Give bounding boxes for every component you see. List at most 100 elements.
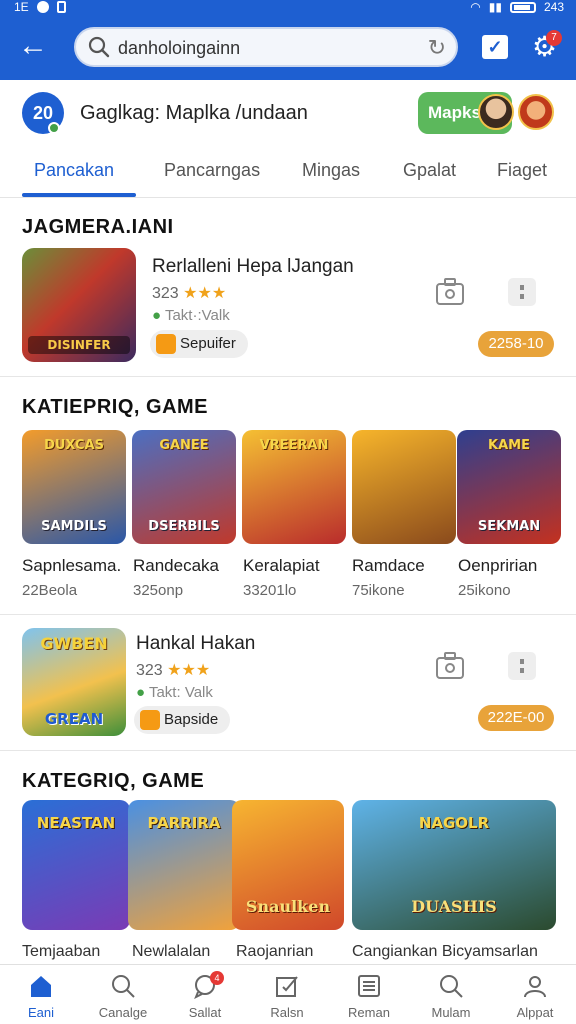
price-badge[interactable]: 222E-00 — [478, 705, 554, 731]
category-card[interactable] — [352, 430, 456, 544]
notification-badge: 7 — [546, 30, 562, 46]
tab-pancakan[interactable]: Pancakan — [34, 160, 114, 181]
nav-item-search[interactable]: Canalge — [82, 965, 164, 1024]
avatar[interactable] — [518, 94, 554, 130]
category-count: 22Beola — [22, 582, 78, 599]
tab-pancarngas[interactable]: Pancarngas — [164, 160, 260, 181]
nav-item-search-2[interactable]: Mulam — [410, 965, 492, 1024]
card-art-subtitle: SEKMAN — [477, 519, 541, 534]
game-title[interactable]: Hankal Hakan — [136, 633, 255, 655]
nav-item-chat[interactable]: 4 Sallat — [164, 965, 246, 1024]
card-art-title: DUXCAS — [44, 438, 104, 453]
camera-icon[interactable] — [434, 650, 466, 682]
star-icon: ★★★ — [183, 285, 227, 302]
genre-tag[interactable]: Bapside — [134, 706, 231, 734]
nav-badge: 4 — [210, 971, 224, 985]
rating: 323 ★★★ — [152, 283, 226, 303]
more-icon[interactable] — [506, 276, 538, 308]
category-count: 25ikono — [458, 582, 511, 599]
game-thumbnail[interactable]: GWBEN GREAN — [22, 628, 126, 736]
banner-label[interactable]: Newlalalan — [132, 943, 210, 961]
nav-label: Eani — [27, 1005, 55, 1020]
banner-art-title: PARRIRA — [147, 814, 221, 832]
nav-label: Ralsn — [270, 1005, 304, 1020]
banner-label[interactable]: Cangiankan Bicyamsarlan — [352, 943, 538, 961]
thumbnail-text: DISINFER — [28, 336, 130, 354]
game-thumbnail[interactable]: DISINFER — [22, 248, 136, 362]
app-bar: 1E ◠ ▮▮ 243 ← danholoingainn ↻ ✓ ⚙ 7 — [0, 0, 576, 80]
online-status: ● Takt·:Valk — [152, 307, 230, 324]
category-card[interactable]: DUXCAS SAMDILS — [22, 430, 126, 544]
nav-item-list[interactable]: Reman — [328, 965, 410, 1024]
category-count: 33201lo — [243, 582, 297, 599]
avatar[interactable] — [478, 94, 514, 130]
tag-icon — [156, 334, 176, 354]
banner-label[interactable]: Raojanrian — [236, 943, 313, 961]
genre-tag[interactable]: Sepuifer — [150, 330, 248, 358]
online-dot-icon: ● — [152, 307, 162, 324]
price-badge[interactable]: 2258-10 — [478, 331, 554, 357]
camera-icon[interactable] — [434, 276, 466, 308]
divider — [0, 614, 576, 615]
checkbox-icon[interactable]: ✓ — [482, 35, 508, 59]
rating: 323 ★★★ — [136, 660, 210, 680]
section-title: KATEGRIQ, GAME — [22, 770, 205, 792]
game-title[interactable]: Rerlalleni Hepa lJangan — [152, 256, 354, 278]
card-art-subtitle: DSERBILS — [148, 519, 220, 534]
card-art-title: VREERAN — [259, 438, 329, 453]
list-icon — [358, 975, 380, 997]
category-name[interactable]: Keralapiat — [243, 556, 320, 576]
category-name[interactable]: Randecaka — [133, 556, 219, 576]
edit-icon — [276, 976, 298, 997]
category-card[interactable]: KAME SEKMAN — [457, 430, 561, 544]
nav-item-edit[interactable]: Ralsn — [246, 965, 328, 1024]
banner-art-subtitle: Snaulken — [245, 897, 331, 916]
nav-label: Mulam — [431, 1005, 471, 1020]
wifi-icon: ◠ — [470, 0, 481, 14]
category-banner[interactable]: NEASTAN — [22, 800, 130, 930]
tag-icon — [140, 710, 160, 730]
rating-value: 323 — [152, 285, 179, 302]
category-name[interactable]: Sapnlesama. — [22, 556, 121, 576]
category-card[interactable]: VREERAN — [242, 430, 346, 544]
search-input[interactable]: danholoingainn — [118, 38, 240, 59]
search-icon — [88, 36, 110, 58]
tab-fiaget[interactable]: Fiaget — [497, 160, 547, 181]
category-name[interactable]: Oenpririan — [458, 556, 537, 576]
search-bar[interactable]: danholoingainn ↻ — [74, 27, 458, 67]
card-art-title: GANEE — [159, 438, 209, 453]
nav-label: Sallat — [188, 1005, 222, 1020]
genre-tag-label: Sepuifer — [180, 335, 236, 352]
tab-gpalat[interactable]: Gpalat — [403, 160, 456, 181]
back-arrow-icon[interactable]: ← — [18, 31, 48, 62]
nav-label: Canalge — [98, 1005, 148, 1020]
search-icon — [112, 975, 135, 998]
nav-item-profile[interactable]: Alppat — [494, 965, 576, 1024]
online-status: ● Takt: Valk — [136, 684, 213, 701]
category-banner[interactable]: Snaulken — [232, 800, 344, 930]
card-art-title: KAME — [488, 438, 530, 453]
sync-icon — [36, 1, 49, 13]
status-text: 1E — [14, 0, 29, 14]
refresh-icon[interactable]: ↻ — [428, 35, 446, 61]
category-card[interactable]: GANEE DSERBILS — [132, 430, 236, 544]
tab-bar: Pancakan Pancarngas Mingas Gpalat Fiaget — [0, 148, 576, 198]
profile-name: Gaglkag: Maplka /undaan — [80, 102, 308, 124]
status-time: 243 — [543, 0, 564, 14]
banner-art-subtitle: DUASHIS — [411, 897, 497, 916]
banner-label[interactable]: Temjaaban — [22, 943, 100, 961]
category-name[interactable]: Ramdace — [352, 556, 425, 576]
divider — [0, 376, 576, 377]
nav-item-home[interactable]: Eani — [0, 965, 82, 1024]
bottom-nav: Eani Canalge 4 Sallat Ralsn Reman Mulam … — [0, 964, 576, 1024]
nav-label: Reman — [348, 1005, 390, 1020]
thumbnail-text: GWBEN — [40, 634, 108, 653]
signal-icon: ▮▮ — [488, 0, 502, 14]
online-status-dot — [48, 122, 60, 134]
category-banner[interactable]: NAGOLR DUASHIS — [352, 800, 556, 930]
more-icon[interactable] — [506, 650, 538, 682]
star-icon: ★★★ — [167, 662, 211, 679]
status-bar: 1E ◠ ▮▮ 243 — [0, 0, 576, 16]
tab-mingas[interactable]: Mingas — [302, 160, 360, 181]
category-banner[interactable]: PARRIRA — [128, 800, 240, 930]
